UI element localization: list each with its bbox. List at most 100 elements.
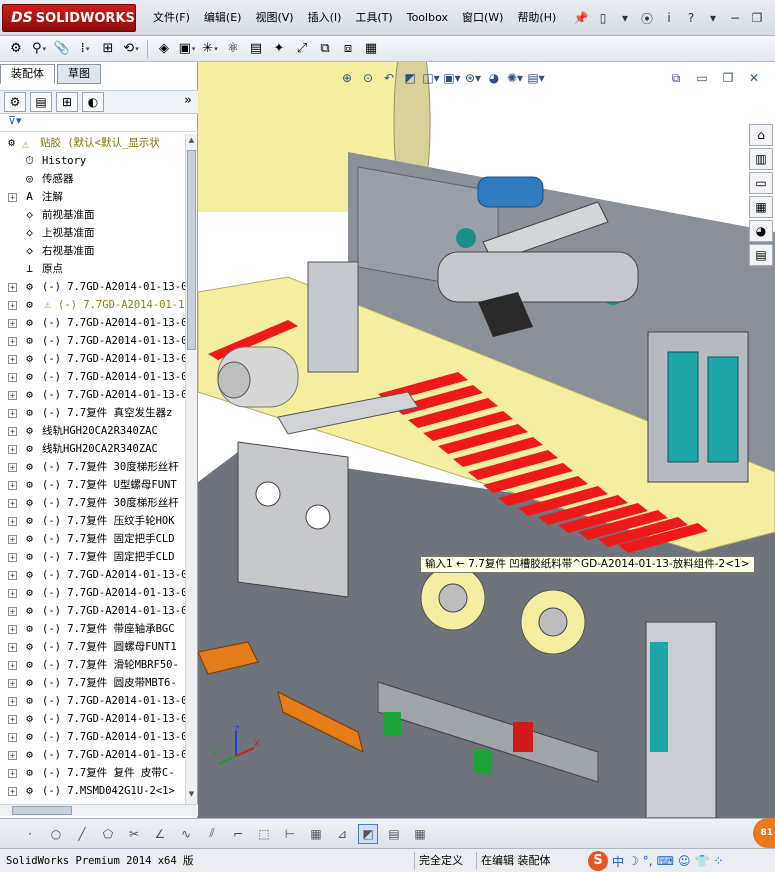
tree-feature-item[interactable]: ◇ 前视基准面 — [0, 206, 186, 224]
file-explorer-icon[interactable]: ▭ — [749, 172, 773, 194]
line-icon[interactable]: ╱ — [72, 824, 92, 844]
configuration-manager-icon[interactable]: ⊞ — [56, 92, 78, 112]
tree-component-item[interactable]: + ⚙ (-) 7.7GD-A2014-01-13-0 — [0, 692, 186, 710]
expand-toggle-icon[interactable]: + — [8, 193, 17, 202]
tree-component-item[interactable]: + ⚙ (-) 7.7GD-A2014-01-13-0 — [0, 278, 186, 296]
hscroll-thumb[interactable] — [12, 806, 72, 815]
tree-component-item[interactable]: + ⚙ (-) 7.7GD-A2014-01-13-0 — [0, 332, 186, 350]
tab-sketch[interactable]: 草图 — [57, 64, 101, 84]
feature-manager-icon[interactable]: ⚙ — [4, 92, 26, 112]
tree-component-item[interactable]: + ⚙ (-) 7.7复件 真空发生器z — [0, 404, 186, 422]
punctuation-icon[interactable]: °, — [643, 854, 653, 868]
tree-component-item[interactable]: + ⚙ (-) 7.7复件 30度梯形丝杆 — [0, 458, 186, 476]
clearance-verification-icon[interactable]: ⧈ — [338, 39, 358, 59]
help-dropdown-icon[interactable]: ▾ — [704, 9, 722, 27]
bill-of-materials-icon[interactable]: ▤ — [246, 39, 266, 59]
tree-feature-item[interactable]: ⊥ 原点 — [0, 260, 186, 278]
expand-toggle-icon[interactable]: + — [8, 787, 17, 796]
tree-feature-item[interactable]: + A 注解 — [0, 188, 186, 206]
more-tabs-icon[interactable]: » — [184, 93, 192, 108]
exploded-view-icon[interactable]: ✦ — [269, 39, 289, 59]
tree-component-item[interactable]: + ⚙ (-) 7.7复件 圆螺母FUNT1 — [0, 638, 186, 656]
tools-grid-icon[interactable]: ⁘ — [713, 854, 723, 868]
tree-component-item[interactable]: + ⚙ (-) 7.7GD-A2014-01-13-0 — [0, 386, 186, 404]
zoom-to-area-icon[interactable]: ⊙ — [359, 69, 377, 87]
tree-component-item[interactable]: + ⚙ (-) 7.7复件 复件 皮带C- — [0, 764, 186, 782]
scroll-up-icon[interactable]: ▲ — [187, 136, 196, 148]
notification-badge[interactable]: 81 — [753, 818, 775, 848]
new-document-icon[interactable]: ▯ — [594, 9, 612, 27]
tree-feature-item[interactable]: ◎ 传感器 — [0, 170, 186, 188]
traffic-light-icon[interactable]: ⦿ — [638, 9, 656, 27]
view-palette-icon[interactable]: ▦ — [749, 196, 773, 218]
relations-icon[interactable]: ⊿ — [332, 824, 352, 844]
tree-component-item[interactable]: + ⚙ 线轨HGH20CA2R340ZAC — [0, 440, 186, 458]
edit-appearance-icon[interactable]: ◕ — [485, 69, 503, 87]
viewport-maximize-icon[interactable]: ❐ — [719, 69, 737, 87]
dimension-icon[interactable]: ⊢ — [280, 824, 300, 844]
scroll-thumb[interactable] — [187, 150, 196, 350]
home-icon[interactable]: ⌂ — [749, 124, 773, 146]
previous-view-icon[interactable]: ↶ — [380, 69, 398, 87]
tree-component-item[interactable]: + ⚙ ⚠ (-) 7.7GD-A2014-01-1 — [0, 296, 186, 314]
expand-toggle-icon[interactable]: + — [8, 301, 17, 310]
filter-icon[interactable]: ⊽▾ — [8, 114, 22, 127]
expand-toggle-icon[interactable]: + — [8, 373, 17, 382]
reference-geometry-icon[interactable]: ✳ ▾ — [200, 39, 220, 59]
design-library-icon[interactable]: ▥ — [749, 148, 773, 170]
pin-icon[interactable]: 📌 — [572, 9, 590, 27]
expand-toggle-icon[interactable]: + — [8, 751, 17, 760]
expand-toggle-icon[interactable]: + — [8, 553, 17, 562]
apply-scene-icon[interactable]: ✺▾ — [506, 69, 524, 87]
display-style-icon[interactable]: ▣▾ — [443, 69, 461, 87]
tree-component-item[interactable]: + ⚙ (-) 7.7GD-A2014-01-13-0 — [0, 602, 186, 620]
tree-component-item[interactable]: + ⚙ (-) 7.7GD-A2014-01-13-0 — [0, 350, 186, 368]
expand-toggle-icon[interactable]: + — [8, 355, 17, 364]
tree-component-item[interactable]: + ⚙ (-) 7.7GD-A2014-01-13-0 — [0, 746, 186, 764]
tree-component-item[interactable]: + ⚙ (-) 7.7复件 圆皮带MBT6- — [0, 674, 186, 692]
section-view-icon[interactable]: ◩ — [401, 69, 419, 87]
circle-icon[interactable]: ○ — [46, 824, 66, 844]
expand-toggle-icon[interactable]: + — [8, 337, 17, 346]
tree-component-item[interactable]: + ⚙ (-) 7.7GD-A2014-01-13-0 — [0, 314, 186, 332]
close-button[interactable]: ✕ — [770, 10, 775, 26]
expand-toggle-icon[interactable]: + — [8, 643, 17, 652]
menu-help[interactable]: 帮助(H) — [510, 9, 563, 27]
help-icon[interactable]: ? — [682, 9, 700, 27]
show-hidden-icon[interactable]: ◈ — [154, 39, 174, 59]
expand-toggle-icon[interactable]: + — [8, 571, 17, 580]
minimize-button[interactable]: − — [726, 10, 744, 26]
restore-button[interactable]: ❐ — [748, 10, 766, 26]
menu-window[interactable]: 窗口(W) — [455, 9, 510, 27]
expand-toggle-icon[interactable]: + — [8, 715, 17, 724]
angle-icon[interactable]: ∠ — [150, 824, 170, 844]
explode-line-icon[interactable]: ⤢ — [292, 39, 312, 59]
smart-fastener-icon[interactable]: ⊞ — [98, 39, 118, 59]
expand-toggle-icon[interactable]: + — [8, 391, 17, 400]
solidworks-logo[interactable]: DS SOLIDWORKS — [2, 4, 136, 32]
tree-component-item[interactable]: + ⚙ (-) 7.7GD-A2014-01-13-0 — [0, 710, 186, 728]
half-width-icon[interactable]: ☽ — [628, 854, 639, 868]
view-orientation-icon[interactable]: ◫▾ — [422, 69, 440, 87]
skin-icon[interactable]: 👕 — [694, 854, 709, 868]
tree-horizontal-scrollbar[interactable] — [0, 804, 198, 816]
tree-root-assembly[interactable]: ⚙ ⚠ 贴胶 (默认<默认_显示状 — [0, 134, 186, 152]
grid-icon[interactable]: ▦ — [306, 824, 326, 844]
tab-assembly[interactable]: 装配体 — [0, 64, 55, 84]
zoom-to-fit-icon[interactable]: ⊕ — [338, 69, 356, 87]
tree-component-item[interactable]: + ⚙ (-) 7.7GD-A2014-01-13-0 — [0, 566, 186, 584]
expand-toggle-icon[interactable]: + — [8, 427, 17, 436]
expand-toggle-icon[interactable]: + — [8, 625, 17, 634]
tree-component-item[interactable]: + ⚙ (-) 7.7GD-A2014-01-13-0 — [0, 368, 186, 386]
tree-vertical-scrollbar[interactable]: ▲ ▼ — [185, 134, 197, 804]
viewport-close-icon[interactable]: ✕ — [745, 69, 763, 87]
user-icon[interactable]: ☺ — [678, 854, 691, 868]
tree-component-item[interactable]: + ⚙ (-) 7.7复件 固定把手CLD — [0, 530, 186, 548]
scroll-down-icon[interactable]: ▼ — [187, 790, 196, 802]
table-icon[interactable]: ▦ — [410, 824, 430, 844]
sogou-logo-icon[interactable]: S — [588, 851, 608, 871]
menu-tools[interactable]: 工具(T) — [348, 9, 399, 27]
tree-component-item[interactable]: + ⚙ (-) 7.7GD-A2014-01-13-0 — [0, 728, 186, 746]
tree-component-item[interactable]: + ⚙ (-) 7.7复件 30度梯形丝杆 — [0, 494, 186, 512]
dropdown-arrow-icon[interactable]: ▾ — [616, 9, 634, 27]
